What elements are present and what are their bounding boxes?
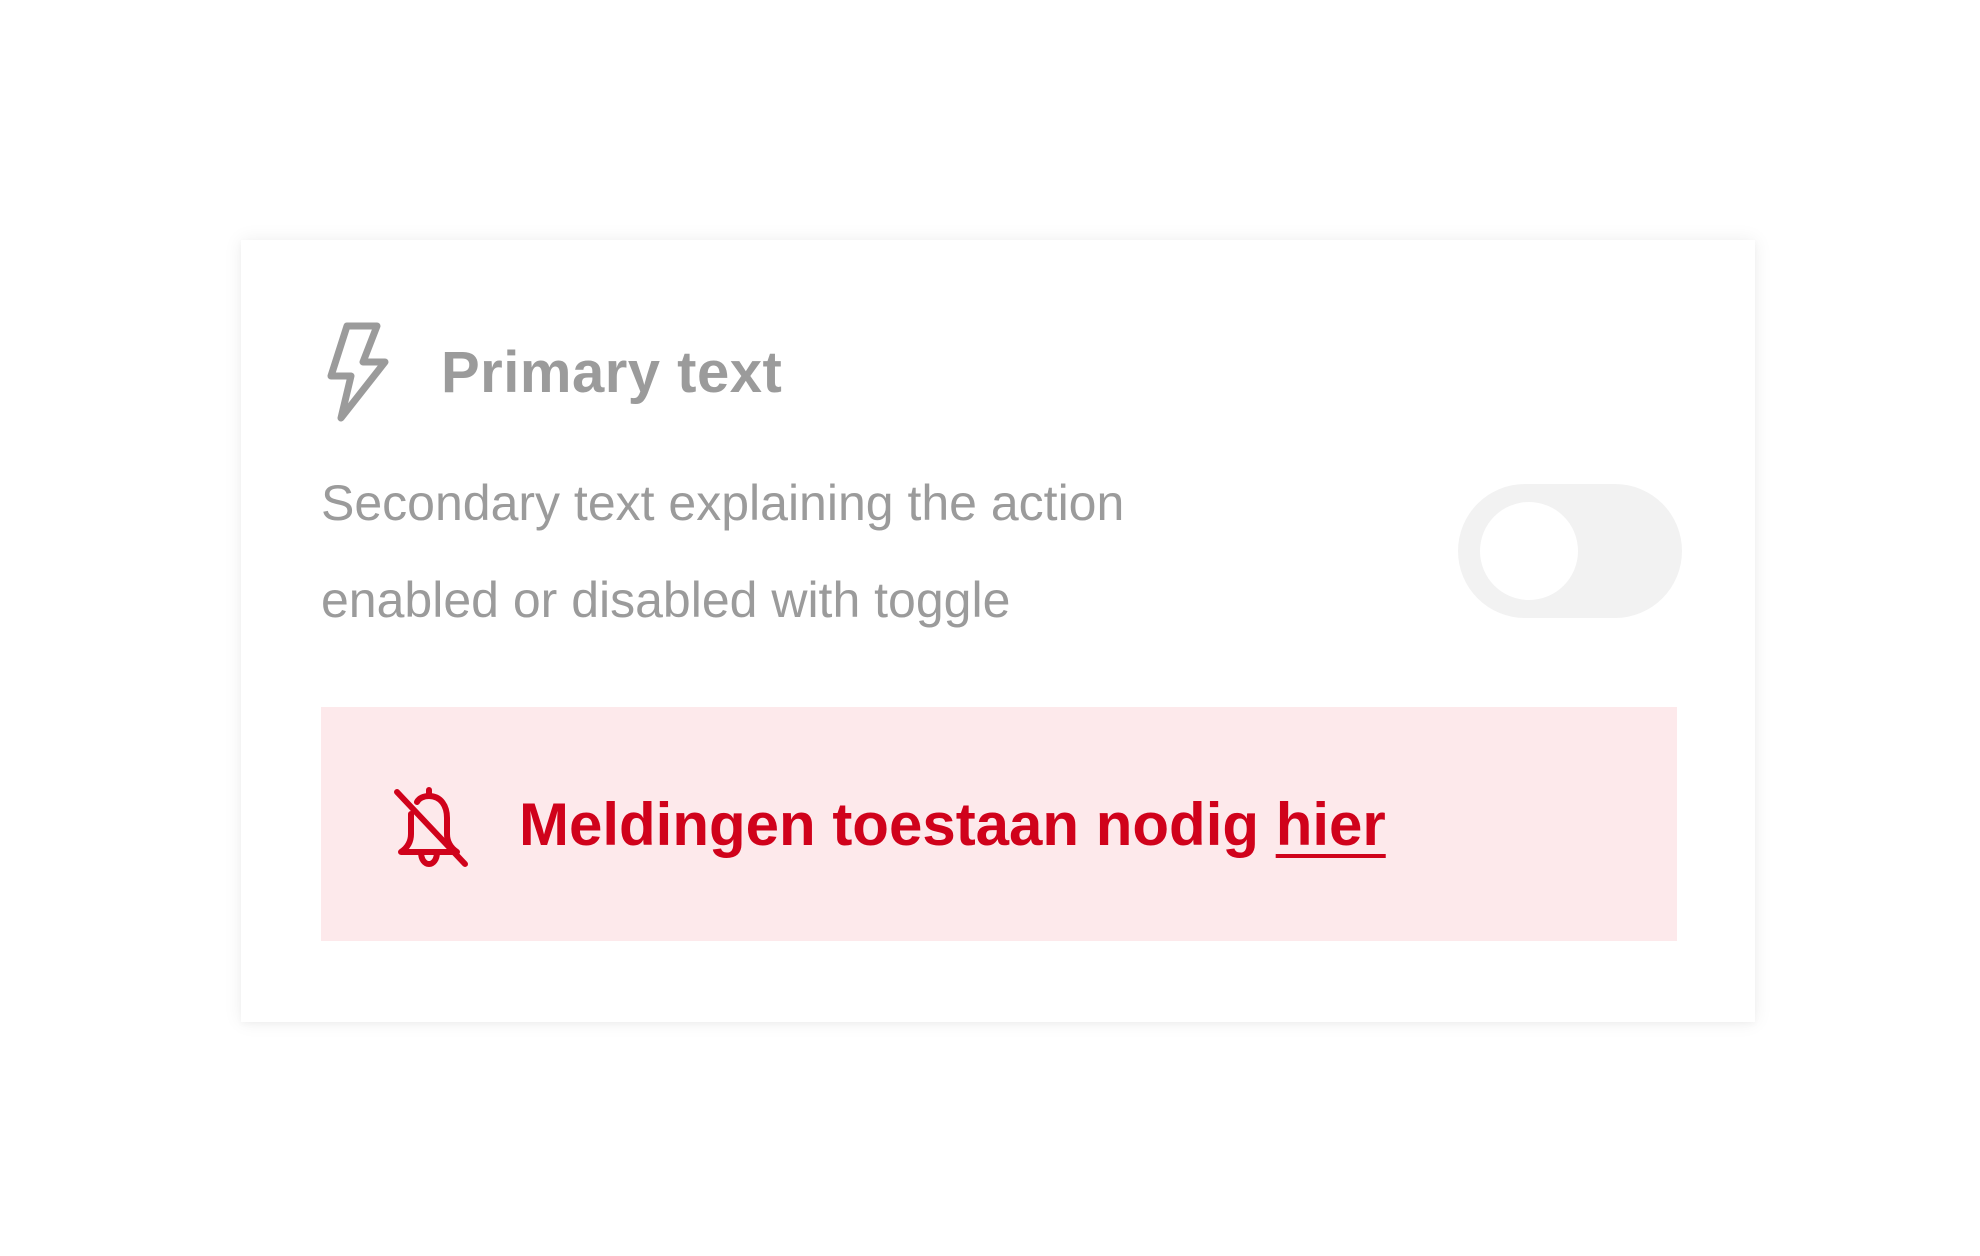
setting-toggle[interactable]	[1458, 484, 1682, 618]
notification-alert: Meldingen toestaan nodig hier	[321, 707, 1677, 941]
alert-message: Meldingen toestaan nodig hier	[519, 790, 1386, 859]
toggle-knob	[1480, 502, 1578, 600]
lightning-icon	[327, 322, 389, 422]
alert-message-text: Meldingen toestaan nodig	[519, 790, 1276, 858]
secondary-text: Secondary text explaining the action ena…	[321, 455, 1281, 649]
secondary-text-line-2: enabled or disabled with toggle	[321, 572, 1011, 628]
secondary-text-line-1: Secondary text explaining the action	[321, 475, 1125, 531]
primary-text: Primary text	[441, 339, 783, 405]
setting-header: Primary text	[321, 320, 782, 424]
setting-card: Primary text Secondary text explaining t…	[241, 240, 1755, 1022]
alert-link[interactable]: hier	[1276, 791, 1386, 858]
bell-off-icon	[394, 787, 468, 867]
